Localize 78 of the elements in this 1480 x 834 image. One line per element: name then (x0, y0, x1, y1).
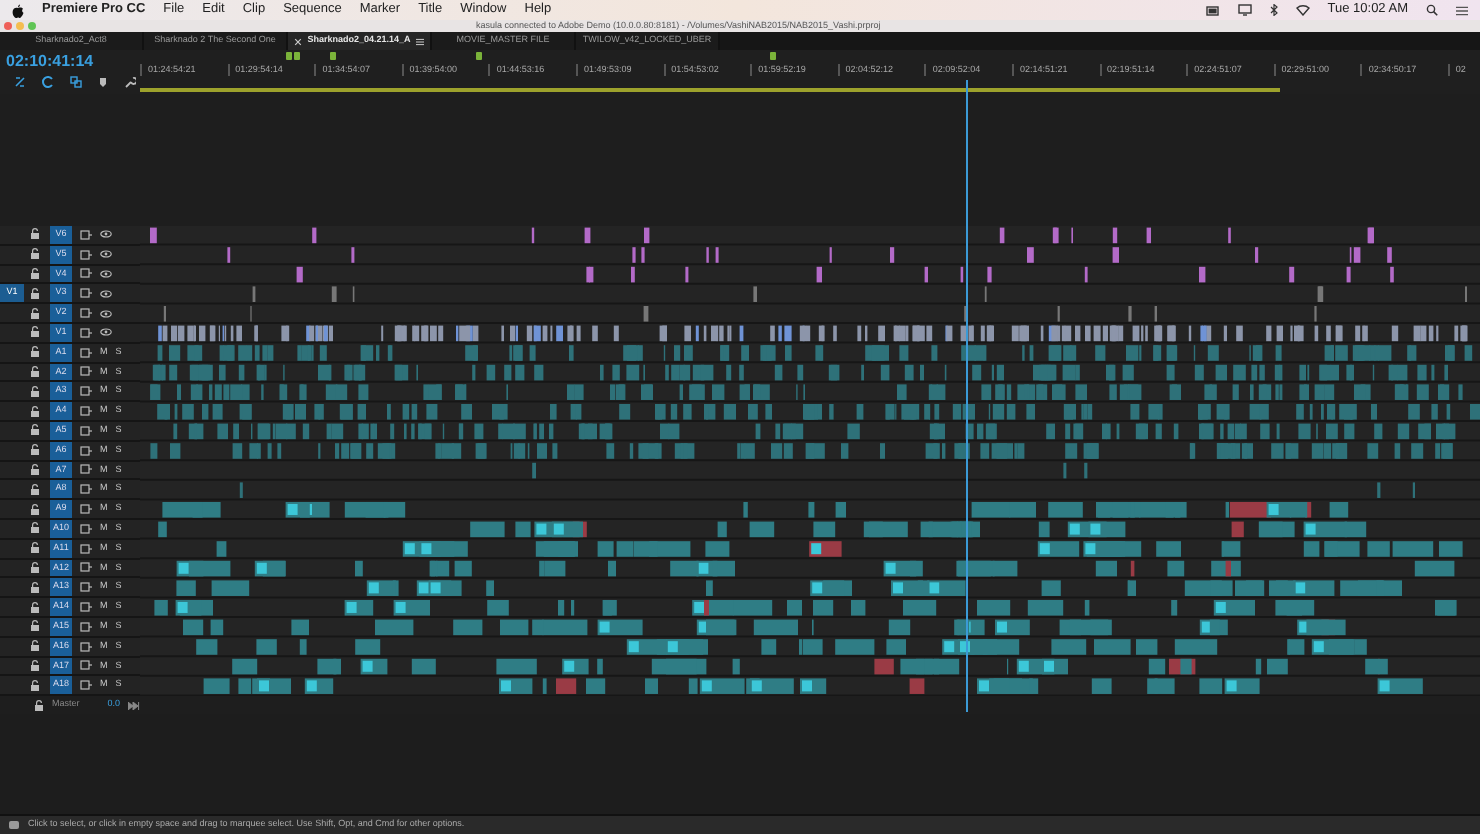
lock-icon[interactable] (30, 307, 40, 320)
playhead-timecode[interactable]: 02:10:41:14 (6, 54, 134, 70)
sync-lock-icon[interactable] (80, 484, 92, 495)
eye-icon[interactable] (100, 269, 112, 278)
sync-lock-icon[interactable] (80, 288, 92, 299)
sync-lock-icon[interactable] (80, 386, 92, 397)
sync-lock-icon[interactable] (80, 504, 92, 515)
lock-icon[interactable] (30, 267, 40, 280)
marker-icon[interactable] (770, 52, 776, 60)
lock-icon[interactable] (30, 463, 40, 476)
lock-icon[interactable] (30, 679, 40, 692)
lock-icon[interactable] (30, 581, 40, 594)
eye-icon[interactable] (100, 250, 112, 259)
lock-icon[interactable] (30, 659, 40, 672)
lock-icon[interactable] (30, 522, 40, 535)
linked-selection-icon[interactable] (70, 76, 82, 88)
sync-lock-icon[interactable] (80, 308, 92, 319)
apple-logo-icon (12, 3, 24, 17)
lock-icon[interactable] (30, 561, 40, 574)
close-button[interactable] (4, 22, 12, 30)
sync-lock-icon[interactable] (80, 562, 92, 573)
lock-icon[interactable] (30, 287, 40, 300)
search-icon[interactable] (1426, 4, 1438, 16)
sync-lock-icon[interactable] (80, 347, 92, 358)
marker-icon[interactable] (286, 52, 292, 60)
sync-lock-icon[interactable] (80, 268, 92, 279)
sync-lock-icon[interactable] (80, 327, 92, 338)
snap-icon[interactable] (42, 76, 54, 88)
sync-lock-icon[interactable] (80, 641, 92, 652)
sync-lock-icon[interactable] (80, 425, 92, 436)
sync-lock-icon[interactable] (80, 621, 92, 632)
lock-icon[interactable] (30, 503, 40, 516)
timeline-clips-drawing[interactable] (140, 226, 1480, 697)
battery-icon[interactable] (1205, 5, 1220, 15)
eye-icon[interactable] (100, 289, 112, 298)
lock-icon[interactable] (30, 326, 40, 339)
lock-icon[interactable] (30, 444, 40, 457)
sync-lock-icon[interactable] (80, 582, 92, 593)
lock-icon[interactable] (30, 365, 40, 378)
sync-lock-icon[interactable] (80, 543, 92, 554)
display-icon[interactable] (1237, 4, 1252, 16)
lock-icon[interactable] (34, 699, 44, 712)
sync-lock-icon[interactable] (80, 660, 92, 671)
lock-icon[interactable] (30, 483, 40, 496)
lock-icon[interactable] (30, 346, 40, 359)
lock-icon[interactable] (30, 248, 40, 261)
status-icon (8, 820, 20, 830)
wifi-icon[interactable] (1295, 4, 1310, 16)
sync-lock-icon[interactable] (80, 366, 92, 377)
close-icon[interactable] (293, 37, 302, 45)
sync-lock-icon[interactable] (80, 229, 92, 240)
bluetooth-icon[interactable] (1269, 4, 1278, 16)
lock-icon[interactable] (30, 228, 40, 241)
sync-lock-icon[interactable] (80, 602, 92, 613)
sync-lock-icon[interactable] (80, 445, 92, 456)
marker-icon[interactable] (476, 52, 482, 60)
marker-icon[interactable] (294, 52, 300, 60)
marker-icon[interactable] (330, 52, 336, 60)
go-to-end-icon[interactable] (128, 701, 141, 710)
lock-icon[interactable] (30, 620, 40, 633)
sync-lock-icon[interactable] (80, 464, 92, 475)
menu-icon[interactable] (1456, 5, 1468, 15)
sync-lock-icon[interactable] (80, 406, 92, 417)
sync-lock-icon[interactable] (80, 523, 92, 534)
eye-icon[interactable] (100, 328, 112, 337)
lock-icon[interactable] (30, 640, 40, 653)
nest-icon[interactable] (14, 76, 26, 88)
lock-icon[interactable] (30, 405, 40, 418)
panel-menu-icon[interactable] (416, 37, 425, 45)
eye-icon[interactable] (100, 309, 112, 318)
eye-icon[interactable] (100, 230, 112, 239)
sync-lock-icon[interactable] (80, 680, 92, 691)
add-marker-icon[interactable] (98, 76, 108, 88)
sync-lock-icon[interactable] (80, 249, 92, 260)
lock-icon[interactable] (30, 424, 40, 437)
lock-icon[interactable] (30, 542, 40, 555)
lock-icon[interactable] (30, 601, 40, 614)
lock-icon[interactable] (30, 385, 40, 398)
